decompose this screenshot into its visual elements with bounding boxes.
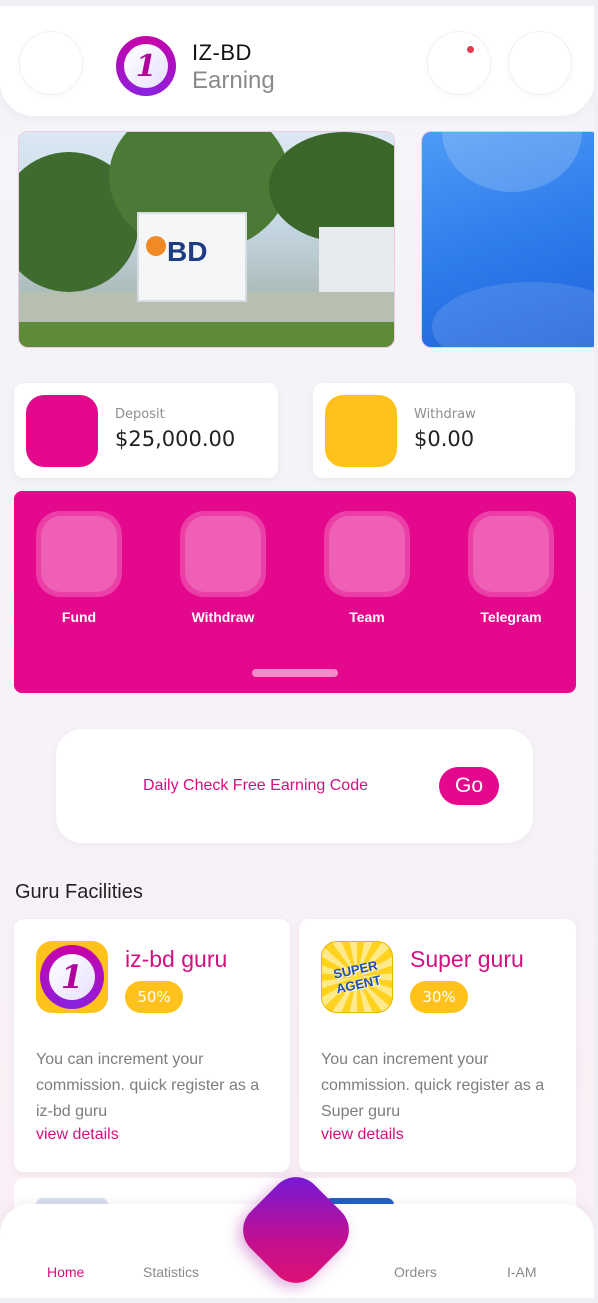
guru-name: Super guru xyxy=(410,946,524,972)
quick-actions-panel: Fund Withdraw Team Telegram xyxy=(14,491,576,693)
guru-description: You can increment your commission. quick… xyxy=(36,1051,260,1120)
action-label: Team xyxy=(349,609,385,625)
banner-slide-1[interactable]: BD xyxy=(18,131,395,348)
withdraw-card[interactable]: Withdraw $0.00 xyxy=(313,383,575,478)
commission-badge: 30% xyxy=(410,981,468,1013)
withdraw-action-icon xyxy=(180,511,266,597)
withdraw-value: $0.00 xyxy=(414,427,475,451)
nav-orders[interactable]: Orders xyxy=(394,1264,437,1280)
guru-card-izbd[interactable]: 1 iz-bd guru 50% You can increment your … xyxy=(14,919,290,1172)
daily-check-text: Daily Check Free Earning Code xyxy=(143,777,368,794)
commission-badge: 50% xyxy=(125,981,183,1013)
app-screen: 1 IZ-BD Earning BD Deposit $25,000.00 Wi… xyxy=(0,6,594,1298)
section-title: Guru Facilities xyxy=(15,881,143,903)
action-telegram[interactable]: Telegram xyxy=(466,511,556,625)
bd-logo-icon xyxy=(146,236,166,256)
guru-card-super[interactable]: SUPER AGENT Super guru 30% You can incre… xyxy=(299,919,576,1172)
deposit-icon xyxy=(26,395,98,467)
menu-button[interactable] xyxy=(19,31,83,95)
deposit-label: Deposit xyxy=(115,407,165,422)
view-details-link[interactable]: view details xyxy=(321,1126,404,1144)
go-button[interactable]: Go xyxy=(439,767,499,805)
nav-i-am[interactable]: I-AM xyxy=(507,1264,537,1280)
app-subtitle: Earning xyxy=(192,67,275,94)
guru-description: You can increment your commission. quick… xyxy=(321,1051,545,1120)
super-agent-logo-icon: SUPER AGENT xyxy=(321,941,393,1013)
fund-icon xyxy=(36,511,122,597)
nav-statistics[interactable]: Statistics xyxy=(143,1264,199,1280)
action-label: Withdraw xyxy=(191,609,255,625)
banner-slide-2[interactable] xyxy=(421,131,594,348)
profile-button[interactable] xyxy=(508,31,572,95)
deposit-card[interactable]: Deposit $25,000.00 xyxy=(14,383,278,478)
building-shape xyxy=(319,227,394,297)
app-logo-glyph: 1 xyxy=(124,44,168,88)
bd-sign-text: BD xyxy=(167,236,208,267)
scroll-indicator[interactable] xyxy=(252,669,338,677)
deposit-value: $25,000.00 xyxy=(115,427,236,451)
grass-strip xyxy=(19,322,394,347)
izbd-guru-logo-icon: 1 xyxy=(36,941,108,1013)
action-label: Telegram xyxy=(480,609,542,625)
notification-dot-icon xyxy=(467,46,474,53)
guru-name: iz-bd guru xyxy=(125,946,228,972)
top-header: 1 IZ-BD Earning xyxy=(0,6,594,116)
team-icon xyxy=(324,511,410,597)
action-withdraw[interactable]: Withdraw xyxy=(178,511,268,625)
app-logo: 1 xyxy=(116,36,176,96)
daily-check-card: Daily Check Free Earning Code Go xyxy=(56,729,533,843)
withdraw-icon xyxy=(325,395,397,467)
notification-button[interactable] xyxy=(427,31,491,95)
action-team[interactable]: Team xyxy=(322,511,412,625)
telegram-icon xyxy=(468,511,554,597)
withdraw-label: Withdraw xyxy=(414,407,476,422)
view-details-link[interactable]: view details xyxy=(36,1126,119,1144)
app-title: IZ-BD xyxy=(192,40,252,65)
action-fund[interactable]: Fund xyxy=(34,511,124,625)
nav-home[interactable]: Home xyxy=(47,1264,84,1280)
action-label: Fund xyxy=(61,609,97,625)
